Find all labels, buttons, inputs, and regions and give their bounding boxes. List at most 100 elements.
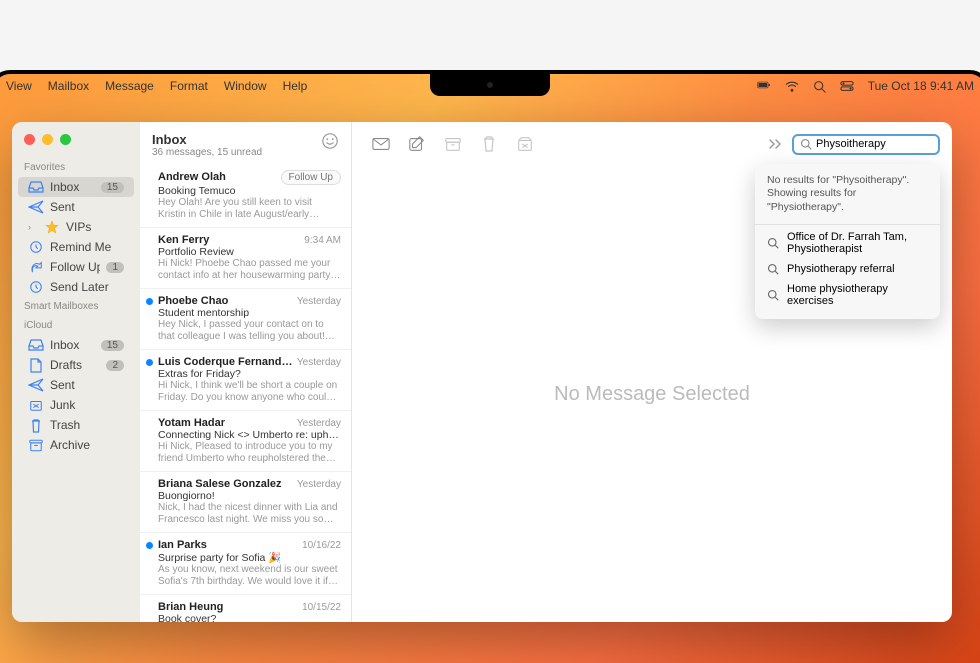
message-time: 9:34 AM <box>304 235 341 246</box>
display-notch <box>430 74 550 96</box>
message-sender: Briana Salese Gonzalez <box>158 478 293 490</box>
sidebar-item-junk[interactable]: Junk <box>18 395 134 415</box>
message-list-header: Inbox 36 messages, 15 unread <box>140 122 351 164</box>
fullscreen-button[interactable] <box>60 134 71 145</box>
message-subject: Extras for Friday? <box>158 368 341 380</box>
sidebar-section-title: iCloud <box>12 316 140 335</box>
compose-icon[interactable] <box>408 135 426 153</box>
junk-icon[interactable] <box>516 135 534 153</box>
menubar-item-help[interactable]: Help <box>283 79 308 93</box>
sidebar-item-trash[interactable]: Trash <box>18 415 134 435</box>
sidebar-item-send-later[interactable]: Send Later <box>18 277 134 297</box>
sidebar-badge: 1 <box>106 262 124 273</box>
message-time: Yesterday <box>297 296 341 307</box>
sidebar-section-title: Favorites <box>12 158 140 177</box>
menubar-item-message[interactable]: Message <box>105 79 154 93</box>
message-row[interactable]: Ken Ferry9:34 AMPortfolio ReviewHi Nick!… <box>140 228 351 289</box>
mailbox-sidebar: FavoritesInbox15Sent›VIPsRemind MeFollow… <box>12 122 140 622</box>
search-suggestion-item[interactable]: Home physiotherapy exercises <box>755 279 940 311</box>
search-input[interactable] <box>816 138 952 150</box>
sidebar-badge: 2 <box>106 360 124 371</box>
menubar-item-window[interactable]: Window <box>224 79 267 93</box>
sidebar-badge: 15 <box>101 340 124 351</box>
message-subject: Buongiorno! <box>158 490 341 502</box>
sidebar-item-follow-up[interactable]: Follow Up 1 <box>18 257 134 277</box>
archive-icon[interactable] <box>444 135 462 153</box>
sidebar-item-drafts[interactable]: Drafts 2 <box>18 355 134 375</box>
message-row[interactable]: Brian Heung10/15/22Book cover?Hi Nick, s… <box>140 595 351 622</box>
menubar-item-format[interactable]: Format <box>170 79 208 93</box>
menubar-item-view[interactable]: View <box>6 79 32 93</box>
drafts-icon <box>28 358 44 372</box>
message-time: Yesterday <box>297 357 341 368</box>
delete-icon[interactable] <box>480 135 498 153</box>
followup-badge: Follow Up <box>281 170 341 185</box>
sendlater-icon <box>28 280 44 294</box>
desktop-screen: View Mailbox Message Format Window Help Tue O… <box>0 74 980 663</box>
search-icon <box>767 237 779 249</box>
search-suggestion-text: Office of Dr. Farrah Tam, Physiotherapis… <box>787 231 928 255</box>
more-toolbar-icon[interactable] <box>768 138 784 150</box>
message-subject: Portfolio Review <box>158 246 341 258</box>
sidebar-item-label: Send Later <box>50 280 124 294</box>
search-icon <box>767 289 779 301</box>
sidebar-item-label: VIPs <box>66 220 124 234</box>
close-button[interactable] <box>24 134 35 145</box>
sidebar-item-label: Junk <box>50 398 124 412</box>
message-row[interactable]: Yotam HadarYesterdayConnecting Nick <> U… <box>140 411 351 472</box>
sidebar-item-label: Sent <box>50 378 124 392</box>
message-subject: Student mentorship <box>158 307 341 319</box>
control-center-icon[interactable] <box>840 80 854 92</box>
search-field[interactable]: ✕ <box>792 134 940 155</box>
sidebar-item-sent[interactable]: Sent <box>18 197 134 217</box>
menubar-item-mailbox[interactable]: Mailbox <box>48 79 89 93</box>
message-row[interactable]: Briana Salese GonzalezYesterdayBuongiorn… <box>140 472 351 533</box>
sent-icon <box>28 378 44 392</box>
search-icon <box>767 263 779 275</box>
sidebar-item-vips[interactable]: ›VIPs <box>18 217 134 237</box>
message-list-pane: Inbox 36 messages, 15 unread Andrew Olah… <box>140 122 352 622</box>
menubar-clock[interactable]: Tue Oct 18 9:41 AM <box>868 79 974 93</box>
trash-icon <box>28 418 44 432</box>
sidebar-item-remind-me[interactable]: Remind Me <box>18 237 134 257</box>
content-pane: ✕ No results for "Physoitherapy". Showin… <box>352 122 952 622</box>
search-suggestion-text: Home physiotherapy exercises <box>787 283 928 307</box>
sidebar-item-inbox[interactable]: Inbox15 <box>18 177 134 197</box>
unread-dot-icon <box>146 298 153 305</box>
search-suggestion-item[interactable]: Office of Dr. Farrah Tam, Physiotherapis… <box>755 227 940 259</box>
message-preview: Hey Olah! Are you still keen to visit Kr… <box>158 197 341 221</box>
sidebar-item-sent[interactable]: Sent <box>18 375 134 395</box>
sidebar-item-label: Archive <box>50 438 124 452</box>
new-message-icon[interactable] <box>372 135 390 153</box>
message-row[interactable]: Phoebe ChaoYesterdayStudent mentorshipHe… <box>140 289 351 350</box>
sidebar-item-label: Follow Up <box>50 260 100 274</box>
message-subject: Book cover? <box>158 613 341 622</box>
sidebar-item-label: Trash <box>50 418 124 432</box>
followup-icon <box>28 260 44 274</box>
message-time: 10/15/22 <box>302 602 341 613</box>
search-suggestion-item[interactable]: Physiotherapy referral <box>755 259 940 279</box>
wifi-icon[interactable] <box>785 80 799 92</box>
menubar-right: Tue Oct 18 9:41 AM <box>757 79 974 94</box>
sidebar-item-label: Drafts <box>50 358 100 372</box>
message-row[interactable]: Andrew OlahFollow UpBooking TemucoHey Ol… <box>140 164 351 228</box>
message-subject: Surprise party for Sofia 🎉 <box>158 551 341 564</box>
vip-icon <box>44 220 60 234</box>
minimize-button[interactable] <box>42 134 53 145</box>
mail-app-window: FavoritesInbox15Sent›VIPsRemind MeFollow… <box>12 122 952 622</box>
sidebar-item-inbox[interactable]: Inbox15 <box>18 335 134 355</box>
window-controls <box>24 134 71 145</box>
search-suggestion-text: Physiotherapy referral <box>787 263 895 275</box>
toolbar: ✕ No results for "Physoitherapy". Showin… <box>352 122 952 166</box>
spotlight-icon[interactable] <box>813 80 826 93</box>
sidebar-item-archive[interactable]: Archive <box>18 435 134 455</box>
message-sender: Ian Parks <box>158 539 298 551</box>
filter-icon[interactable] <box>321 132 339 150</box>
message-preview: Hi Nick, I think we'll be short a couple… <box>158 380 341 404</box>
message-row[interactable]: Ian Parks10/16/22Surprise party for Sofi… <box>140 533 351 595</box>
message-list-body: Andrew OlahFollow UpBooking TemucoHey Ol… <box>140 164 351 622</box>
battery-icon[interactable] <box>757 79 771 94</box>
message-row[interactable]: Luis Coderque FernandezYesterdayExtras f… <box>140 350 351 411</box>
archive-icon <box>28 438 44 452</box>
unread-dot-icon <box>146 542 153 549</box>
